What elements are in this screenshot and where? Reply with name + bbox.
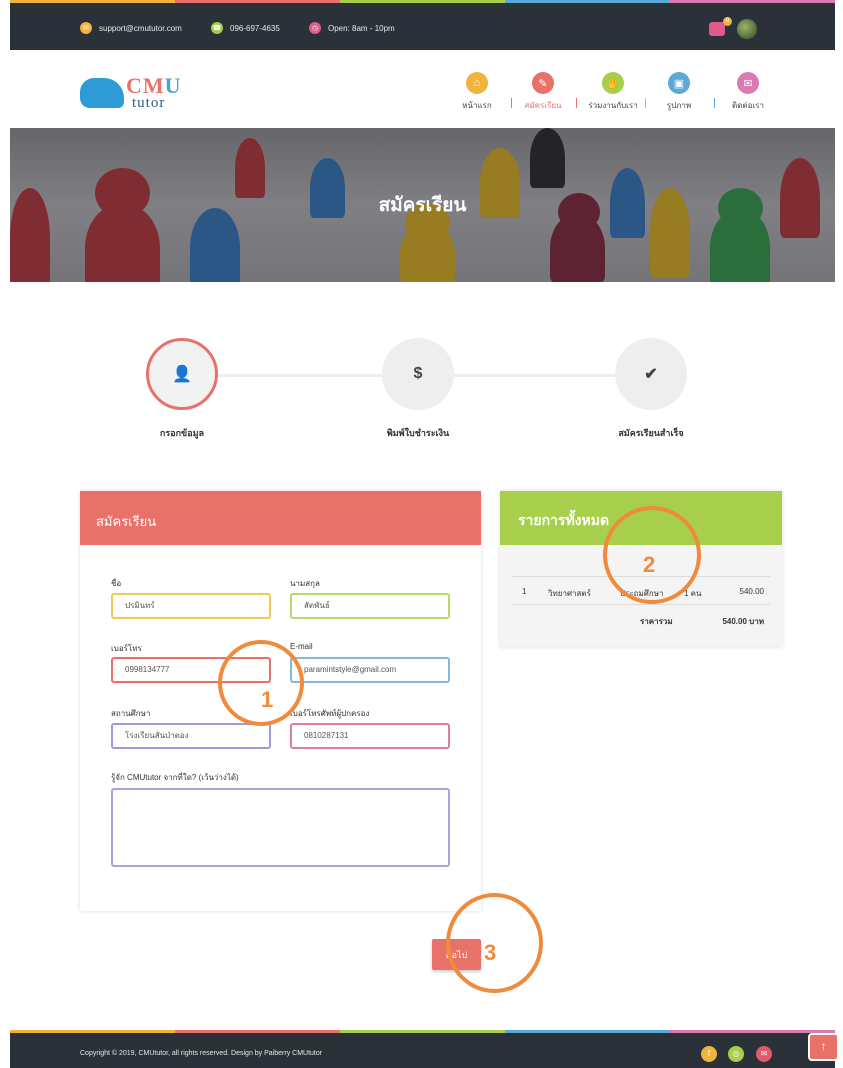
- phone-icon: ☎: [211, 22, 223, 34]
- cart-count-badge: 0: [723, 17, 732, 26]
- topbar-hours: ◷ Open: 8am - 10pm: [309, 22, 395, 34]
- logo-tutor-text: tutor: [132, 95, 166, 111]
- form-panel-header: สมัครเรียน: [80, 491, 481, 545]
- image-icon: ▣: [668, 72, 690, 94]
- nav-register[interactable]: ✎ สมัครเรียน: [503, 72, 583, 112]
- cart-icon[interactable]: [709, 22, 725, 36]
- total-value: 540.00 บาท: [722, 617, 764, 626]
- step-label: กรอกข้อมูล: [159, 428, 205, 438]
- topbar-email-text: support@cmututor.com: [99, 23, 182, 33]
- email-field[interactable]: paramintstyle@gmail.com: [290, 657, 450, 683]
- check-icon: ✔: [615, 338, 687, 410]
- footer: Copyright © 2019, CMUtutor, all rights r…: [10, 1033, 835, 1068]
- first-name-field[interactable]: ปรมินทร์: [111, 593, 271, 619]
- row-price: 540.00: [739, 587, 764, 596]
- parent-phone-field[interactable]: 0810287131: [290, 723, 450, 749]
- phone-label: เบอร์โทร: [111, 644, 142, 653]
- row-number: 1: [522, 587, 527, 596]
- summary-title: รายการทั้งหมด: [518, 512, 610, 528]
- annotation-number: 3: [484, 940, 497, 965]
- email-icon: ✉: [80, 22, 92, 34]
- topbar-email[interactable]: ✉ support@cmututor.com: [80, 22, 182, 34]
- copyright-text: Copyright © 2019, CMUtutor, all rights r…: [80, 1050, 323, 1057]
- top-rainbow-strip: [10, 0, 835, 3]
- facebook-icon[interactable]: f: [701, 1046, 717, 1062]
- source-textarea[interactable]: [111, 788, 450, 867]
- first-name-label: ชื่อ: [111, 579, 122, 588]
- annotation-number: 2: [643, 552, 656, 577]
- school-label: สถานศึกษา: [111, 709, 151, 718]
- site-logo[interactable]: CMU tutor: [80, 72, 190, 112]
- total-label: ราคารวม: [640, 617, 673, 626]
- form-title: สมัครเรียน: [96, 514, 157, 529]
- summary-divider: [512, 604, 770, 605]
- clock-icon: ◷: [309, 22, 321, 34]
- line-icon[interactable]: ◎: [728, 1046, 744, 1062]
- annotation-number: 1: [261, 687, 274, 712]
- mail-icon[interactable]: ✉: [756, 1046, 772, 1062]
- parent-phone-label: เบอร์โทรศัพท์ผู้ปกครอง: [290, 709, 370, 718]
- step-success: ✔ สมัครเรียนสำเร็จ: [581, 338, 721, 440]
- school-field[interactable]: โรงเรียนสันป่าตอง: [111, 723, 271, 749]
- source-label: รู้จัก CMUtutor จากที่ใด? (เว้นว่างได้): [111, 773, 239, 782]
- step-print-payment: $ พิมพ์ใบชำระเงิน: [348, 338, 488, 440]
- elephant-logo-icon: [80, 78, 124, 108]
- last-name-label: นามสกุล: [290, 579, 320, 588]
- step-label: สมัครเรียนสำเร็จ: [618, 428, 684, 438]
- handshake-icon: ✋: [602, 72, 624, 94]
- pencil-icon: ✎: [532, 72, 554, 94]
- email-label: E-mail: [290, 642, 313, 651]
- dollar-icon: $: [382, 338, 454, 410]
- hero-banner: สมัครเรียน: [10, 128, 835, 282]
- step-label: พิมพ์ใบชำระเงิน: [386, 428, 450, 438]
- avatar[interactable]: [737, 19, 757, 39]
- topbar-hours-text: Open: 8am - 10pm: [328, 23, 395, 33]
- back-to-top-button[interactable]: ↑: [808, 1033, 839, 1061]
- row-subject: วิทยาศาสตร์: [548, 589, 591, 598]
- topbar-phone[interactable]: ☎ 096-697-4635: [211, 22, 280, 34]
- nav-gallery[interactable]: ▣ รูปภาพ: [639, 72, 719, 112]
- home-icon: ⌂: [466, 72, 488, 94]
- annotation-circle: [218, 640, 304, 726]
- mail-icon: ✉: [737, 72, 759, 94]
- last-name-field[interactable]: สัตพันธ์: [290, 593, 450, 619]
- step-fill-info: 👤 กรอกข้อมูล: [112, 338, 252, 440]
- nav-contact[interactable]: ✉ ติดต่อเรา: [708, 72, 788, 112]
- topbar-phone-text: 096-697-4635: [230, 23, 280, 33]
- page-title: สมัครเรียน: [378, 195, 467, 216]
- user-icon: 👤: [146, 338, 218, 410]
